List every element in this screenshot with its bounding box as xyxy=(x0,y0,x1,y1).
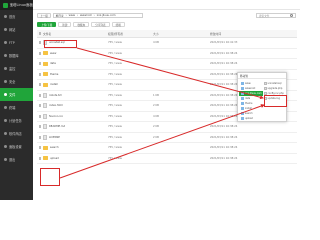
arrow-1 xyxy=(76,47,264,100)
annotation-arrows xyxy=(59,47,265,179)
arrow-2 xyxy=(59,104,265,179)
